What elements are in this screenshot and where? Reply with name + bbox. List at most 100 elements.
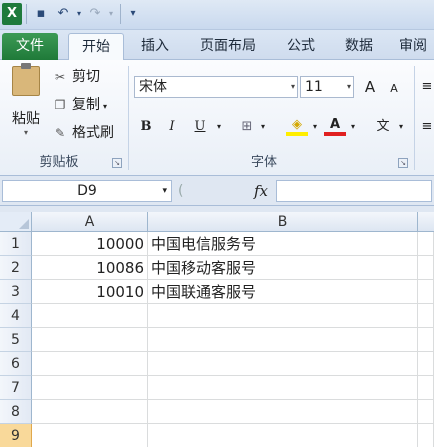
row-header[interactable]: 3 bbox=[0, 280, 32, 304]
tab-page-layout[interactable]: 页面布局 bbox=[190, 33, 266, 60]
fill-color-dropdown-icon[interactable]: ▾ bbox=[310, 116, 320, 138]
tab-formulas[interactable]: 公式 bbox=[276, 33, 326, 60]
shrink-font-button[interactable]: A bbox=[384, 78, 404, 100]
qat-divider bbox=[26, 4, 27, 24]
row-header[interactable]: 2 bbox=[0, 256, 32, 280]
borders-dropdown-icon[interactable]: ▾ bbox=[258, 116, 268, 138]
grow-font-button[interactable]: A bbox=[360, 76, 380, 98]
row-header[interactable]: 4 bbox=[0, 304, 32, 328]
quick-access-toolbar: X ▪ ↶ ▾ ↷ ▾ ▾ bbox=[0, 0, 434, 30]
font-launcher-icon[interactable]: ↘ bbox=[398, 158, 408, 168]
italic-button[interactable]: I bbox=[162, 116, 182, 138]
cell-c3[interactable] bbox=[418, 280, 434, 304]
font-size-combo[interactable]: 11 ▾ bbox=[300, 76, 354, 98]
column-header-b[interactable]: B bbox=[148, 212, 418, 232]
excel-app-icon[interactable]: X bbox=[2, 3, 22, 25]
formula-input[interactable] bbox=[276, 180, 432, 202]
cell-b6[interactable] bbox=[148, 352, 418, 376]
cell-b4[interactable] bbox=[148, 304, 418, 328]
copy-button[interactable]: ❐ 复制 ▾ bbox=[52, 94, 107, 116]
fill-color-icon[interactable]: ◈ bbox=[286, 116, 308, 136]
tab-home[interactable]: 开始 bbox=[68, 33, 124, 61]
column-header-a[interactable]: A bbox=[32, 212, 148, 232]
align-icon[interactable]: ≡ bbox=[420, 116, 434, 138]
cell-c1[interactable] bbox=[418, 232, 434, 256]
row-header[interactable]: 8 bbox=[0, 400, 32, 424]
worksheet: A B 1 10000 中国电信服务号 2 10086 中国移动客服号 3 10… bbox=[0, 206, 434, 447]
formula-bar: D9 ▾ ( fx bbox=[0, 176, 434, 206]
tab-insert[interactable]: 插入 bbox=[130, 33, 180, 60]
cell-c2[interactable] bbox=[418, 256, 434, 280]
cell-b1[interactable]: 中国电信服务号 bbox=[148, 232, 418, 256]
phonetic-dropdown-icon[interactable]: ▾ bbox=[396, 116, 406, 138]
formula-bar-grip-icon[interactable]: ( bbox=[178, 180, 183, 202]
cell-a8[interactable] bbox=[32, 400, 148, 424]
paste-button[interactable]: 粘贴 ▾ bbox=[6, 63, 46, 148]
format-painter-label: 格式刷 bbox=[72, 125, 114, 141]
phonetic-button[interactable]: 文 bbox=[372, 116, 394, 138]
insert-function-button[interactable]: fx bbox=[254, 180, 268, 202]
bold-button[interactable]: B bbox=[136, 116, 156, 138]
font-name-value: 宋体 bbox=[139, 79, 167, 95]
cut-button[interactable]: ✂ 剪切 bbox=[52, 66, 100, 88]
paste-dropdown-icon[interactable]: ▾ bbox=[6, 128, 46, 137]
row-header[interactable]: 7 bbox=[0, 376, 32, 400]
customize-qat-icon[interactable]: ▾ bbox=[124, 4, 142, 24]
tab-file[interactable]: 文件 bbox=[2, 33, 58, 60]
font-color-dropdown-icon[interactable]: ▾ bbox=[348, 116, 358, 138]
select-all-button[interactable] bbox=[0, 212, 32, 232]
save-icon[interactable]: ▪ bbox=[32, 4, 50, 24]
cell-c8[interactable] bbox=[418, 400, 434, 424]
cell-a7[interactable] bbox=[32, 376, 148, 400]
scissors-icon: ✂ bbox=[54, 70, 66, 84]
cell-c9[interactable] bbox=[418, 424, 434, 447]
cell-a6[interactable] bbox=[32, 352, 148, 376]
cell-c6[interactable] bbox=[418, 352, 434, 376]
cell-c7[interactable] bbox=[418, 376, 434, 400]
underline-dropdown-icon[interactable]: ▾ bbox=[214, 116, 224, 138]
paintbrush-icon: ✎ bbox=[54, 126, 66, 140]
name-box[interactable]: D9 ▾ bbox=[2, 180, 172, 202]
cell-c5[interactable] bbox=[418, 328, 434, 352]
cell-a9[interactable] bbox=[32, 424, 148, 447]
row-header[interactable]: 1 bbox=[0, 232, 32, 256]
borders-icon[interactable]: ⊞ bbox=[236, 116, 258, 138]
align-icon[interactable]: ≡ bbox=[420, 76, 434, 98]
cell-b9[interactable] bbox=[148, 424, 418, 447]
ribbon-home: 粘贴 ▾ ✂ 剪切 ❐ 复制 ▾ ✎ 格式刷 剪贴板 ↘ 宋体 ▾ 11 ▾ A A ≡… bbox=[0, 60, 434, 176]
font-group-label: 字体 bbox=[250, 155, 277, 170]
copy-label: 复制 bbox=[72, 97, 100, 113]
cell-b3[interactable]: 中国联通客服号 bbox=[148, 280, 418, 304]
cell-a1[interactable]: 10000 bbox=[32, 232, 148, 256]
cell-a5[interactable] bbox=[32, 328, 148, 352]
underline-button[interactable]: U bbox=[190, 116, 210, 138]
paste-label: 粘贴 bbox=[12, 111, 40, 127]
cell-c4[interactable] bbox=[418, 304, 434, 328]
tab-data[interactable]: 数据 bbox=[334, 33, 384, 60]
chevron-down-icon[interactable]: ▾ bbox=[162, 181, 167, 201]
row-header-selected[interactable]: 9 bbox=[0, 424, 32, 447]
row-header[interactable]: 5 bbox=[0, 328, 32, 352]
format-painter-button[interactable]: ✎ 格式刷 bbox=[52, 122, 114, 144]
cell-b5[interactable] bbox=[148, 328, 418, 352]
chevron-down-icon: ▾ bbox=[290, 82, 295, 91]
clipboard-launcher-icon[interactable]: ↘ bbox=[112, 158, 122, 168]
cell-b2[interactable]: 中国移动客服号 bbox=[148, 256, 418, 280]
copy-dropdown-icon[interactable]: ▾ bbox=[103, 102, 107, 111]
font-color-button[interactable]: A bbox=[324, 116, 346, 136]
tab-review[interactable]: 审阅 bbox=[392, 33, 434, 60]
group-divider bbox=[128, 66, 129, 170]
cell-a3[interactable]: 10010 bbox=[32, 280, 148, 304]
copy-icon: ❐ bbox=[54, 98, 66, 112]
cell-a4[interactable] bbox=[32, 304, 148, 328]
column-header-c[interactable] bbox=[418, 212, 434, 232]
cell-b8[interactable] bbox=[148, 400, 418, 424]
redo-dropdown-icon[interactable]: ▾ bbox=[102, 4, 120, 24]
name-box-value: D9 bbox=[77, 183, 97, 199]
font-name-combo[interactable]: 宋体 ▾ bbox=[134, 76, 298, 98]
row-header[interactable]: 6 bbox=[0, 352, 32, 376]
cut-label: 剪切 bbox=[72, 69, 100, 85]
cell-b7[interactable] bbox=[148, 376, 418, 400]
cell-a2[interactable]: 10086 bbox=[32, 256, 148, 280]
clipboard-group-label: 剪贴板 bbox=[39, 155, 79, 170]
